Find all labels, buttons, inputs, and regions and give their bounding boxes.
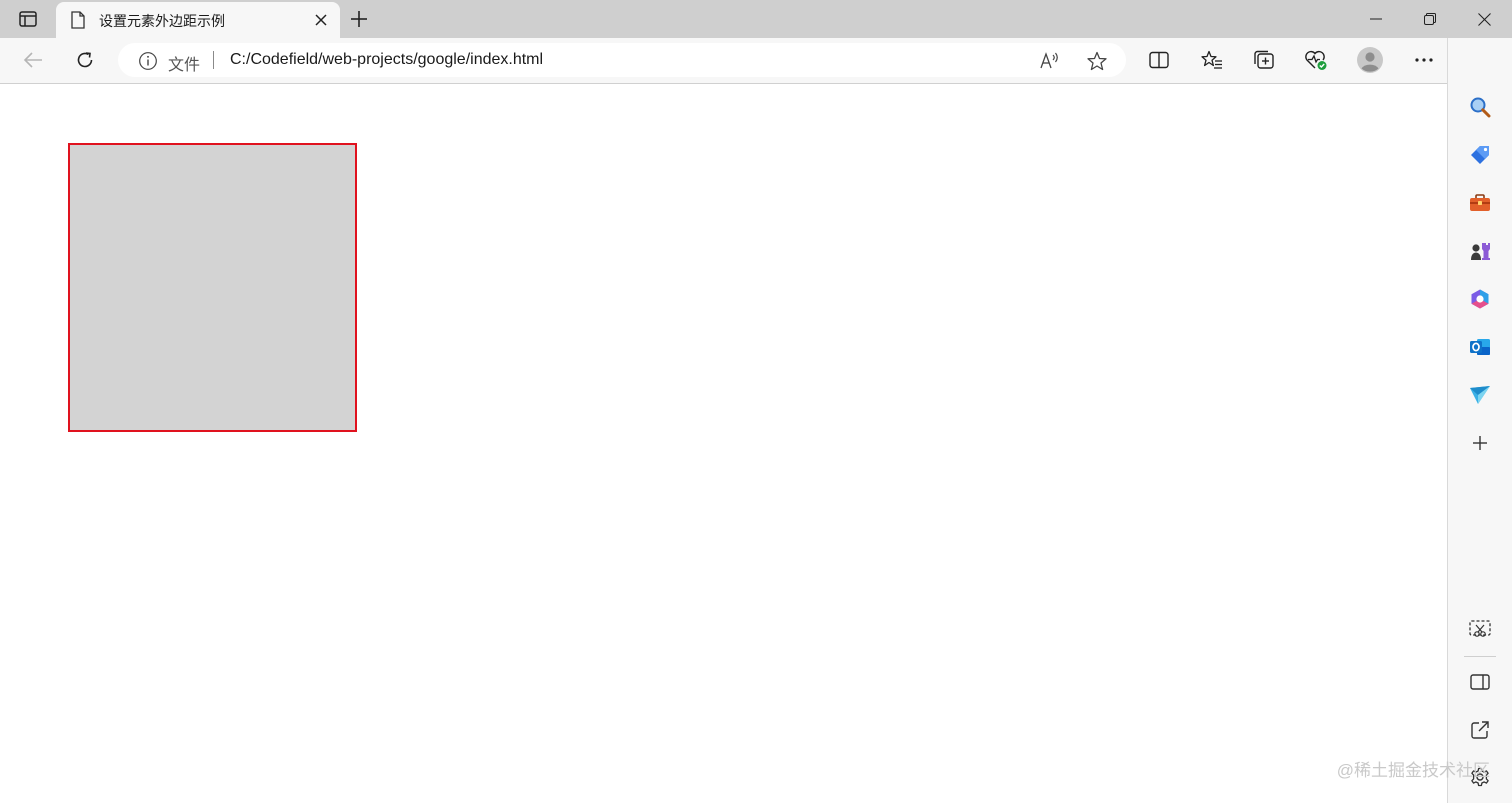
page-content — [0, 84, 1447, 803]
favorites-icon — [1201, 50, 1222, 69]
refresh-button[interactable] — [68, 44, 102, 76]
watermark-text: @稀土掘金技术社区 — [1336, 761, 1490, 780]
sidebar-outlook-button[interactable] — [1466, 333, 1494, 361]
split-screen-icon — [1149, 51, 1169, 69]
avatar-icon — [1357, 47, 1383, 73]
favorite-button[interactable] — [1085, 49, 1109, 73]
page-icon — [71, 11, 85, 29]
restore-button[interactable] — [1408, 4, 1452, 34]
tab-actions-icon — [19, 11, 37, 27]
info-icon[interactable] — [138, 51, 158, 71]
sidebar-divider — [1464, 656, 1496, 657]
drop-icon — [1470, 386, 1490, 404]
back-button[interactable] — [16, 44, 50, 76]
outlook-icon — [1470, 339, 1490, 355]
new-tab-button[interactable] — [346, 6, 372, 32]
tools-icon — [1470, 194, 1490, 211]
sidebar-toggle-button[interactable] — [1466, 668, 1494, 696]
sidebar-office-button[interactable] — [1466, 285, 1494, 313]
sidebar-games-button[interactable] — [1466, 237, 1494, 265]
tab-strip: 设置元素外边距示例 — [0, 0, 1512, 38]
window-close-button[interactable] — [1462, 4, 1506, 34]
sidebar-screenshot-button[interactable] — [1466, 615, 1494, 643]
search-icon — [1470, 97, 1491, 118]
navigation-toolbar: 文件 C:/Codefield/web-projects/google/inde… — [0, 38, 1512, 84]
add-icon — [1473, 436, 1487, 450]
active-tab[interactable]: 设置元素外边距示例 — [56, 2, 340, 38]
demo-box — [68, 143, 357, 432]
address-url[interactable]: C:/Codefield/web-projects/google/index.h… — [230, 51, 543, 69]
collections-button[interactable] — [1247, 44, 1281, 76]
sidebar-shopping-button[interactable] — [1466, 141, 1494, 169]
read-aloud-button[interactable] — [1038, 49, 1062, 73]
collections-icon — [1254, 50, 1274, 69]
tab-close-button[interactable] — [312, 11, 330, 29]
browser-essentials-icon — [1305, 50, 1327, 70]
sidebar-open-external-button[interactable] — [1466, 716, 1494, 744]
games-icon — [1471, 243, 1490, 260]
close-icon — [315, 14, 327, 26]
back-arrow-icon — [23, 52, 42, 68]
sidebar-add-button[interactable] — [1466, 429, 1494, 457]
address-scheme-label: 文件 — [168, 57, 201, 74]
edge-sidebar — [1447, 38, 1512, 803]
close-icon — [1477, 12, 1491, 26]
star-icon — [1087, 51, 1107, 71]
profile-avatar[interactable] — [1353, 44, 1387, 76]
minimize-button[interactable] — [1354, 4, 1398, 34]
shopping-icon — [1471, 146, 1489, 164]
plus-icon — [351, 11, 367, 27]
minimize-icon — [1370, 18, 1382, 20]
screenshot-icon — [1469, 620, 1491, 637]
open-external-icon — [1471, 721, 1489, 739]
sidebar-tools-button[interactable] — [1466, 189, 1494, 217]
split-screen-button[interactable] — [1142, 44, 1176, 76]
office-icon — [1471, 289, 1489, 309]
read-aloud-icon — [1040, 52, 1058, 69]
browser-essentials-button[interactable] — [1299, 44, 1333, 76]
address-separator — [213, 51, 214, 69]
favorites-button[interactable] — [1195, 44, 1229, 76]
address-bar[interactable]: 文件 C:/Codefield/web-projects/google/inde… — [118, 43, 1126, 77]
sidebar-search-button[interactable] — [1466, 93, 1494, 121]
refresh-icon — [77, 52, 93, 68]
more-icon — [1415, 58, 1433, 62]
browser-window: 设置元素外边距示例 文件 C:/Codefield/web-projects/g… — [0, 0, 1512, 803]
sidebar-drop-button[interactable] — [1466, 381, 1494, 409]
more-button[interactable] — [1407, 44, 1441, 76]
sidebar-toggle-icon — [1470, 674, 1490, 690]
tab-actions-button[interactable] — [14, 7, 42, 31]
tab-title: 设置元素外边距示例 — [99, 13, 225, 29]
restore-icon — [1424, 13, 1436, 25]
